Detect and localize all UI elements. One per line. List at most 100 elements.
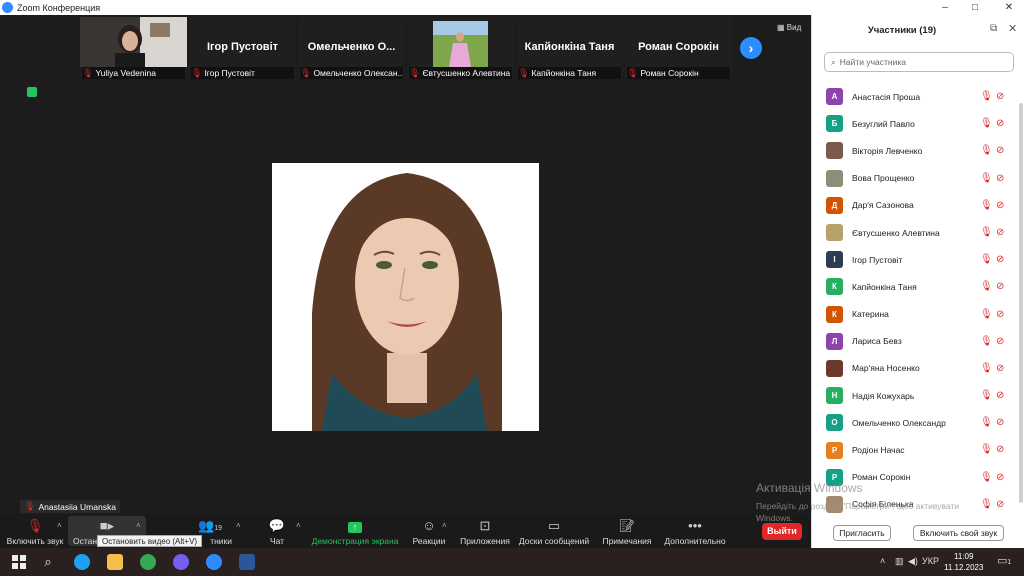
unmute-myself-button[interactable]: Включить свой звук xyxy=(913,525,1004,541)
word-app-icon[interactable] xyxy=(239,554,255,570)
language-indicator[interactable]: УКР xyxy=(922,556,939,566)
volume-icon[interactable]: ◀︎) xyxy=(908,556,918,567)
participant-name: Вікторія Левченко xyxy=(852,145,923,156)
video-options-caret-icon[interactable]: ˄ xyxy=(136,521,141,530)
participant-row[interactable]: Н Надія Кожухарь 🎙︎ ⊘ xyxy=(812,382,1024,409)
video-off-icon: ⊘ xyxy=(996,362,1005,374)
participant-photo-avatar xyxy=(826,169,843,187)
notifications-icon[interactable]: ▭1 xyxy=(997,554,1011,567)
windows-start-icon[interactable] xyxy=(10,553,28,571)
video-off-icon: ⊘ xyxy=(996,91,1005,102)
video-tile[interactable]: 🎙︎ Yuliya Vedenina xyxy=(80,17,187,79)
popout-icon[interactable]: ⧉ xyxy=(990,23,997,34)
minimize-button[interactable]: – xyxy=(930,0,960,15)
participant-name: Надія Кожухарь xyxy=(852,390,915,401)
search-icon[interactable]: ⌕ xyxy=(40,554,56,570)
maximize-button[interactable]: □ xyxy=(960,0,990,15)
leave-button[interactable]: Выйти xyxy=(762,523,802,540)
speaker-photo xyxy=(272,163,539,431)
video-tile[interactable]: Роман Сорокін 🎙︎ Роман Сорокін xyxy=(625,17,732,79)
participant-photo-avatar xyxy=(826,142,843,160)
view-button[interactable]: ▦ Вид xyxy=(777,23,801,32)
video-off-icon: ⊘ xyxy=(996,226,1005,238)
grid-icon: ▦ xyxy=(777,23,785,32)
participant-initial-avatar: А xyxy=(826,88,843,106)
tray-chevron-icon[interactable]: ˄ xyxy=(880,556,885,566)
participants-icon: 👥19 xyxy=(198,518,222,533)
more-dots-icon: ••• xyxy=(688,518,702,533)
participant-name: Євтусшенко Алевтина xyxy=(852,227,940,238)
participant-row[interactable]: Д Дар'я Сазонова 🎙︎ ⊘ xyxy=(812,192,1024,219)
share-screen-button[interactable]: ↑ Демонстрация экрана xyxy=(310,519,400,546)
video-off-icon: ⊘ xyxy=(996,444,1005,456)
participant-row[interactable]: Вікторія Левченко 🎙︎ ⊘ xyxy=(812,137,1024,164)
participant-row[interactable]: К Капйонкіна Таня 🎙︎ ⊘ xyxy=(812,273,1024,300)
zoom-app-icon[interactable] xyxy=(206,554,222,570)
encryption-shield-icon[interactable] xyxy=(27,87,37,97)
close-panel-icon[interactable]: ✕ xyxy=(1008,22,1017,35)
whiteboards-button[interactable]: ▭ Доски сообщений xyxy=(518,519,590,547)
more-button[interactable]: ••• Дополнительно xyxy=(662,518,728,547)
notes-button[interactable]: 📝︎ Примечания xyxy=(600,518,654,547)
muted-mic-icon: 🎙︎ xyxy=(980,91,993,102)
participant-row[interactable]: І Ігор Пустовіт 🎙︎ ⊘ xyxy=(812,246,1024,273)
participant-name: Ігор Пустовіт xyxy=(852,254,903,265)
tile-label: 🎙︎ Yuliya Vedenina xyxy=(82,67,185,79)
notes-icon: 📝︎ xyxy=(618,518,636,533)
chat-button[interactable]: 💬 Чат xyxy=(262,519,292,547)
participant-initial-avatar: О xyxy=(826,414,843,432)
audio-options-caret-icon[interactable]: ˄ xyxy=(57,521,62,530)
participant-row[interactable]: Євтусшенко Алевтина 🎙︎ ⊘ xyxy=(812,219,1024,246)
windows-taskbar: ⌕ ˄ ▥ ◀︎) УКР 11:09 11.12.2023 ▭1 xyxy=(0,548,1024,576)
participant-row[interactable]: Вова Прощенко 🎙︎ ⊘ xyxy=(812,165,1024,192)
reactions-options-caret-icon[interactable]: ˄ xyxy=(442,521,447,530)
chat-options-caret-icon[interactable]: ˄ xyxy=(296,521,301,530)
filmstrip-next-button[interactable]: › xyxy=(740,37,762,59)
participant-name: Безуглий Павло xyxy=(852,118,915,129)
chrome-icon[interactable] xyxy=(140,554,156,570)
participant-row[interactable]: А Анастасія Проша 🎙︎ ⊘ xyxy=(812,83,1024,110)
edge-browser-icon[interactable] xyxy=(74,554,90,570)
muted-mic-icon: 🎙︎ xyxy=(191,67,203,78)
participant-name: Родіон Начас xyxy=(852,445,905,456)
chat-label: Чат xyxy=(269,536,285,546)
title-bar: Zoom Конференция – □ ✕ xyxy=(0,0,1024,15)
video-camera-icon: ■▸ xyxy=(99,518,115,533)
file-explorer-icon[interactable] xyxy=(107,554,123,570)
participant-name: Лариса Бевз xyxy=(852,336,902,347)
participants-options-caret-icon[interactable]: ˄ xyxy=(236,521,241,530)
clock-time: 11:09 xyxy=(954,552,974,561)
windows-activation-text: Перейдіть до розділу "Параметри", щоб ак… xyxy=(756,500,959,524)
close-window-button[interactable]: ✕ xyxy=(994,0,1024,15)
video-tile[interactable]: 🎙︎ Євтусшенко Алевтина xyxy=(407,17,514,79)
video-tile[interactable]: Омельченко О... 🎙︎ Омельченко Олексан... xyxy=(298,17,405,79)
participant-row[interactable]: О Омельченко Олександр 🎙︎ ⊘ xyxy=(812,409,1024,436)
participant-name: Вова Прощенко xyxy=(852,173,915,184)
panel-title: Участники (19) xyxy=(867,25,937,36)
participant-row[interactable]: Л Лариса Бевз 🎙︎ ⊘ xyxy=(812,328,1024,355)
tile-label-text: Капйонкіна Таня xyxy=(531,68,597,78)
participants-count: 19 xyxy=(214,525,222,532)
windows-activation-line1: Перейдіть до розділу "Параметри", щоб ак… xyxy=(756,501,960,511)
apps-button[interactable]: ⊡ Приложения xyxy=(458,519,512,547)
video-off-icon: ⊘ xyxy=(996,199,1005,211)
participant-search-input[interactable]: ⌕ Найти участника xyxy=(824,52,1014,72)
zoom-logo-icon xyxy=(2,2,13,13)
participant-row[interactable]: Мар'яна Носенко 🎙︎ ⊘ xyxy=(812,355,1024,382)
participant-initial-avatar: І xyxy=(826,251,843,269)
share-screen-icon: ↑ xyxy=(310,519,400,533)
network-icon[interactable]: ▥ xyxy=(895,556,904,567)
participant-row[interactable]: Б Безуглий Павло 🎙︎ ⊘ xyxy=(812,110,1024,137)
video-off-icon: ⊘ xyxy=(996,118,1005,130)
tile-label-text: Yuliya Vedenina xyxy=(95,68,156,78)
muted-mic-icon: 🎙︎ xyxy=(409,67,421,78)
video-off-icon: ⊘ xyxy=(996,172,1005,184)
taskbar-clock[interactable]: 11:09 11.12.2023 xyxy=(944,551,983,573)
participant-row[interactable]: К Катерина 🎙︎ ⊘ xyxy=(812,301,1024,328)
video-tile[interactable]: Ігор Пустовіт 🎙︎ Ігор Пустовіт xyxy=(189,17,296,79)
participant-list-scrollbar[interactable] xyxy=(1019,103,1023,503)
viber-icon[interactable] xyxy=(173,554,189,570)
invite-button[interactable]: Пригласить xyxy=(833,525,891,541)
video-tile[interactable]: Капйонкіна Таня 🎙︎ Капйонкіна Таня xyxy=(516,17,623,79)
participant-row[interactable]: Р Родіон Начас 🎙︎ ⊘ xyxy=(812,436,1024,463)
